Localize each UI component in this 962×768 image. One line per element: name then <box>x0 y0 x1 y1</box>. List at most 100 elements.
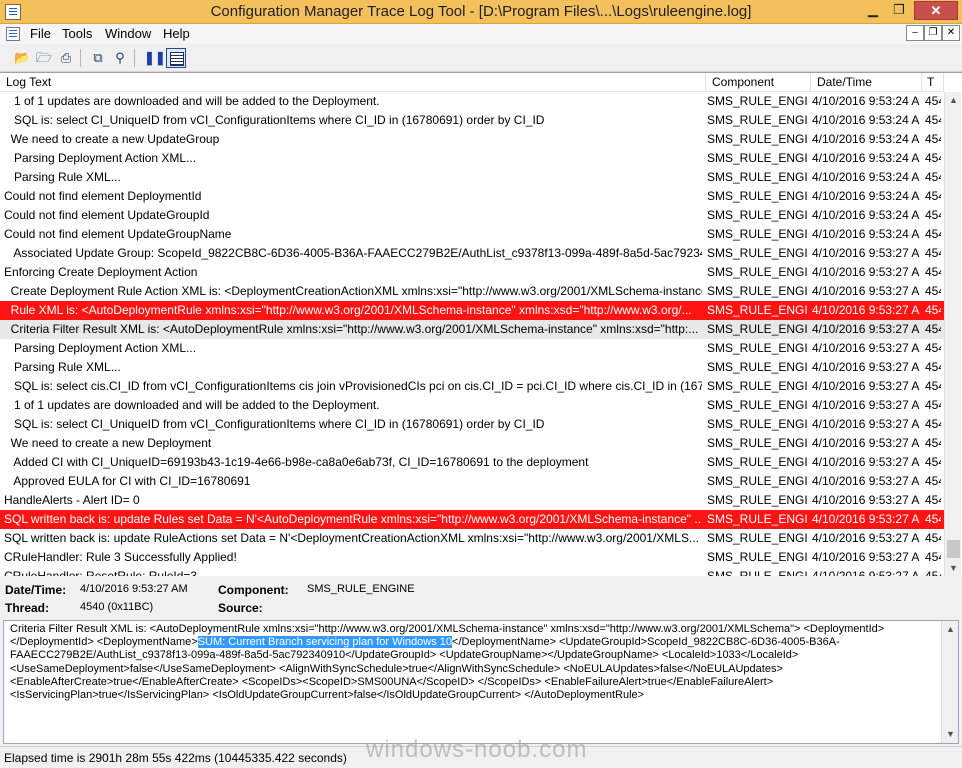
log-scrollbar[interactable]: ▲ ▼ <box>944 92 961 577</box>
scroll-down-icon[interactable]: ▼ <box>942 726 959 743</box>
scroll-up-icon[interactable]: ▲ <box>942 621 959 638</box>
find-icon[interactable]: ⚲ <box>112 50 128 66</box>
table-row[interactable]: Could not find element UpdateGroupId SMS_… <box>0 206 944 225</box>
log-text-cell: Could not find element DeploymentId <box>4 189 202 203</box>
component-cell: SMS_RULE_ENGINE <box>707 170 807 184</box>
component-cell: SMS_RULE_ENGINE <box>707 246 807 260</box>
log-text-cell: Approved EULA for CI with CI_ID=16780691 <box>4 474 251 488</box>
thread-cell: 4540 <box>925 531 941 545</box>
thread-cell: 4540 <box>925 474 941 488</box>
mdi-close-button[interactable]: ✕ <box>942 25 960 41</box>
table-row[interactable]: Create Deployment Rule Action XML is: <D… <box>0 282 944 301</box>
scroll-down-icon[interactable]: ▼ <box>945 560 962 577</box>
datetime-cell: 4/10/2016 9:53:27 AM <box>812 512 920 526</box>
message-text-selection: SUM: Current Branch servicing plan for W… <box>197 636 453 649</box>
log-text-cell: Enforcing Create Deployment Action <box>4 265 198 279</box>
menu-tools[interactable]: Tools <box>62 26 92 41</box>
menu-help[interactable]: Help <box>163 26 190 41</box>
component-cell: SMS_RULE_ENGINE <box>707 94 807 108</box>
table-row[interactable]: Enforcing Create Deployment Action SMS_RU… <box>0 263 944 282</box>
watermark: windows-noob.com <box>366 736 588 763</box>
component-cell: SMS_RULE_ENGINE <box>707 417 807 431</box>
component-cell: SMS_RULE_ENGINE <box>707 284 807 298</box>
table-row[interactable]: Added CI with CI_UniqueID=69193b43-1c19-… <box>0 453 944 472</box>
open-folder-icon[interactable]: 📂 <box>14 50 30 66</box>
mdi-minimize-button[interactable]: – <box>906 25 924 41</box>
table-row[interactable]: Criteria Filter Result XML is: <AutoDepl… <box>0 320 944 339</box>
thread-cell: 4540 <box>925 170 941 184</box>
menu-window[interactable]: Window <box>105 26 151 41</box>
table-row[interactable]: We need to create a new Deployment SMS_RU… <box>0 434 944 453</box>
close-button[interactable]: ✕ <box>914 1 958 20</box>
table-row[interactable]: SQL written back is: update Rules set Da… <box>0 510 944 529</box>
component-cell: SMS_RULE_ENGINE <box>707 531 807 545</box>
message-scrollbar[interactable]: ▲ ▼ <box>941 621 958 743</box>
component-cell: SMS_RULE_ENGINE <box>707 132 807 146</box>
column-header-datetime[interactable]: Date/Time <box>811 73 922 92</box>
datetime-cell: 4/10/2016 9:53:27 AM <box>812 455 920 469</box>
datetime-cell: 4/10/2016 9:53:27 AM <box>812 379 920 393</box>
component-cell: SMS_RULE_ENGINE <box>707 455 807 469</box>
toolbar-separator <box>134 49 135 67</box>
preview-pane-icon[interactable] <box>166 48 186 68</box>
datetime-cell: 4/10/2016 9:53:27 AM <box>812 550 920 564</box>
mdi-restore-button[interactable]: ❐ <box>924 25 942 41</box>
scroll-thumb[interactable] <box>947 540 960 558</box>
component-cell: SMS_RULE_ENGINE <box>707 208 807 222</box>
table-row[interactable]: Parsing Deployment Action XML... SMS_RULE… <box>0 149 944 168</box>
table-row[interactable]: CRuleHandler: Rule 3 Successfully Applie… <box>0 548 944 567</box>
table-row[interactable]: Approved EULA for CI with CI_ID=16780691… <box>0 472 944 491</box>
log-text-cell: SQL is: select CI_UniqueID from vCI_Conf… <box>4 417 545 431</box>
table-row[interactable]: 1 of 1 updates are downloaded and will b… <box>0 396 944 415</box>
log-text-cell: Could not find element UpdateGroupName <box>4 227 232 241</box>
table-row[interactable]: Associated Update Group: ScopeId_9822CB8… <box>0 244 944 263</box>
table-row[interactable]: Parsing Rule XML... SMS_RULE_ENGINE 4/10/2… <box>0 168 944 187</box>
datetime-cell: 4/10/2016 9:53:27 AM <box>812 531 920 545</box>
column-header-log-text[interactable]: Log Text <box>0 73 706 92</box>
restore-button[interactable]: ❐ <box>886 1 912 20</box>
title-bar: Configuration Manager Trace Log Tool - [… <box>0 0 962 24</box>
scroll-up-icon[interactable]: ▲ <box>945 92 962 109</box>
table-row[interactable]: HandleAlerts - Alert ID= 0 SMS_RULE_ENGIN… <box>0 491 944 510</box>
log-text-cell: Parsing Rule XML... <box>4 170 121 184</box>
component-cell: SMS_RULE_ENGINE <box>707 379 807 393</box>
thread-cell: 4540 <box>925 208 941 222</box>
message-textbox[interactable]: Criteria Filter Result XML is: <AutoDepl… <box>3 620 959 744</box>
table-row[interactable]: Parsing Rule XML... SMS_RULE_ENGINE 4/10/2… <box>0 358 944 377</box>
datetime-cell: 4/10/2016 9:53:24 AM <box>812 94 920 108</box>
document-icon[interactable] <box>6 27 20 41</box>
table-row[interactable]: Could not find element UpdateGroupName SM… <box>0 225 944 244</box>
pause-icon[interactable]: ❚❚ <box>144 50 166 66</box>
log-text-cell: SQL written back is: update RuleActions … <box>4 531 699 545</box>
log-text-cell: Rule XML is: <AutoDeploymentRule xmlns:x… <box>4 303 692 317</box>
open-icon[interactable]: 🗁 <box>36 50 52 66</box>
component-cell: SMS_RULE_ENGINE <box>707 512 807 526</box>
table-row[interactable]: SQL written back is: update RuleActions … <box>0 529 944 548</box>
datetime-cell: 4/10/2016 9:53:24 AM <box>812 189 920 203</box>
menu-file[interactable]: File <box>30 26 51 41</box>
message-text: Criteria Filter Result XML is: <AutoDepl… <box>10 623 936 702</box>
table-row[interactable]: We need to create a new UpdateGroup SMS_R… <box>0 130 944 149</box>
log-text-cell: Create Deployment Rule Action XML is: <D… <box>4 284 702 298</box>
thread-cell: 4540 <box>925 303 941 317</box>
table-row[interactable]: SQL is: select CI_UniqueID from vCI_Conf… <box>0 111 944 130</box>
table-row[interactable]: 1 of 1 updates are downloaded and will b… <box>0 92 944 111</box>
table-row[interactable]: SQL is: select cis.CI_ID from vCI_Config… <box>0 377 944 396</box>
table-row[interactable]: Could not find element DeploymentId SMS_R… <box>0 187 944 206</box>
log-text-cell: HandleAlerts - Alert ID= 0 <box>4 493 140 507</box>
column-header-component[interactable]: Component <box>706 73 811 92</box>
log-text-cell: SQL written back is: update Rules set Da… <box>4 512 702 526</box>
table-row[interactable]: Parsing Deployment Action XML... SMS_RULE… <box>0 339 944 358</box>
column-header-thread[interactable]: T <box>922 73 944 92</box>
copy-icon[interactable]: ⧉ <box>90 50 106 66</box>
print-icon[interactable]: ⎙ <box>58 50 74 66</box>
table-row[interactable]: Rule XML is: <AutoDeploymentRule xmlns:x… <box>0 301 944 320</box>
window-title: Configuration Manager Trace Log Tool - [… <box>210 3 752 20</box>
log-text-cell: SQL is: select CI_UniqueID from vCI_Conf… <box>4 113 545 127</box>
minimize-button[interactable]: ▁ <box>860 1 886 20</box>
datetime-cell: 4/10/2016 9:53:24 AM <box>812 227 920 241</box>
component-cell: SMS_RULE_ENGINE <box>707 322 807 336</box>
table-row[interactable]: SQL is: select CI_UniqueID from vCI_Conf… <box>0 415 944 434</box>
datetime-cell: 4/10/2016 9:53:24 AM <box>812 151 920 165</box>
datetime-cell: 4/10/2016 9:53:27 AM <box>812 341 920 355</box>
